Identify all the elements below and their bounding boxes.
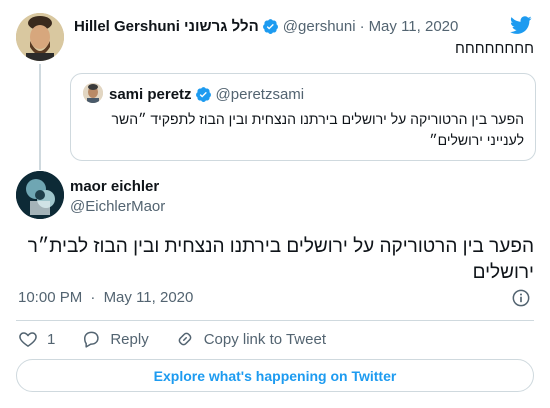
- quoted-tweet-header: sami peretz @peretzsami: [109, 84, 304, 104]
- parent-handle[interactable]: @gershuni: [283, 18, 356, 35]
- verified-badge-icon: [195, 86, 211, 102]
- main-handle[interactable]: @EichlerMaor: [70, 198, 165, 215]
- avatar-sami-peretz[interactable]: [83, 83, 103, 103]
- quoted-tweet[interactable]: sami peretz @peretzsami הפער בין הרטוריק…: [70, 73, 536, 161]
- quoted-display-name[interactable]: sami peretz: [109, 86, 192, 103]
- like-button[interactable]: 1: [18, 329, 55, 349]
- quoted-handle[interactable]: @peretzsami: [216, 86, 305, 103]
- separator-dot: ·: [359, 17, 365, 35]
- copy-link-button[interactable]: Copy link to Tweet: [175, 329, 326, 349]
- tweet-actions: 1 Reply Copy link to Tweet: [18, 329, 352, 349]
- separator-dot: ·: [90, 289, 96, 306]
- avatar-maor-eichler[interactable]: [16, 171, 64, 219]
- heart-icon: [19, 332, 37, 347]
- avatar-hillel-gershuni[interactable]: [16, 13, 64, 61]
- main-tweet-text: הפער בין הרטוריקה על ירושלים בירתנו הנצח…: [27, 236, 534, 283]
- reply-label: Reply: [110, 330, 149, 348]
- quoted-tweet-text: הפער בין הרטוריקה על ירושלים בירתנו הנצח…: [111, 111, 525, 148]
- reply-button[interactable]: Reply: [81, 329, 149, 349]
- speech-bubble-icon: [84, 331, 100, 348]
- twitter-bird-icon[interactable]: [509, 14, 533, 36]
- embedded-tweet-card: Hillel Gershuni הלל גרשוני @gershuni · M…: [0, 0, 550, 408]
- actions-divider: [16, 320, 534, 321]
- tweet-date[interactable]: May 11, 2020: [104, 289, 194, 306]
- parent-tweet-header: Hillel Gershuni הלל גרשוני @gershuni · M…: [74, 16, 458, 36]
- verified-badge-icon: [262, 18, 278, 34]
- tweet-time[interactable]: 10:00 PM: [18, 289, 82, 306]
- like-count: 1: [47, 330, 56, 348]
- parent-display-name[interactable]: Hillel Gershuni הלל גרשוני: [74, 18, 259, 35]
- copy-link-label: Copy link to Tweet: [203, 330, 326, 348]
- info-icon[interactable]: [511, 288, 531, 308]
- link-icon: [178, 332, 192, 346]
- parent-date[interactable]: May 11, 2020: [369, 18, 459, 35]
- explore-twitter-button[interactable]: Explore what's happening on Twitter: [16, 359, 534, 392]
- tweet-timestamp[interactable]: 10:00 PM · May 11, 2020: [18, 289, 193, 306]
- parent-tweet-text: חחחחחחחח: [455, 40, 534, 57]
- main-display-name[interactable]: maor eichler: [70, 178, 159, 195]
- thread-connector-line: [39, 64, 41, 170]
